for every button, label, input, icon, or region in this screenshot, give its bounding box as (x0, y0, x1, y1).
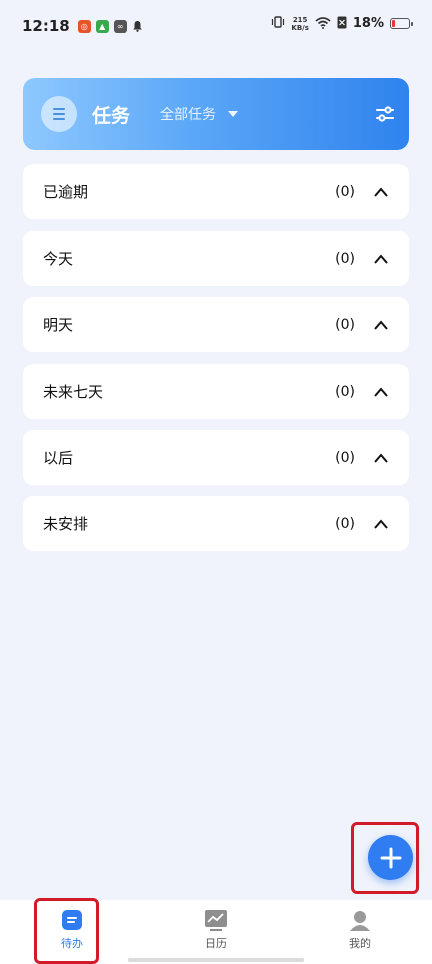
section-later[interactable]: 以后 (0) (23, 430, 409, 485)
app-notification-icon: ▲ (95, 19, 109, 33)
section-label: 今天 (43, 250, 74, 268)
section-count: (0) (335, 183, 355, 200)
section-count: (0) (335, 316, 355, 333)
section-today[interactable]: 今天 (0) (23, 231, 409, 286)
nav-item-profile[interactable]: 我的 (288, 900, 432, 964)
profile-icon (350, 911, 370, 931)
status-bar: 12:18 ◎ ▲ ∞ 215 KB/s 18% (0, 0, 432, 52)
plus-icon (380, 847, 401, 868)
chevron-up-icon[interactable] (373, 253, 389, 265)
chevron-up-icon[interactable] (373, 386, 389, 398)
network-speed-value: 215 (292, 15, 308, 24)
status-time: 12:18 (22, 17, 70, 35)
dropdown-caret-icon (228, 111, 239, 117)
section-count: (0) (335, 383, 355, 400)
chevron-up-icon[interactable] (373, 518, 389, 530)
app-notification-icon: ◎ (77, 19, 91, 33)
task-filter-label: 全部任务 (160, 107, 217, 123)
wifi-icon (315, 14, 331, 33)
section-tomorrow[interactable]: 明天 (0) (23, 297, 409, 352)
section-label: 以后 (43, 449, 74, 467)
battery-icon (390, 18, 413, 29)
filter-settings-button[interactable] (375, 104, 395, 124)
section-next-seven-days[interactable]: 未来七天 (0) (23, 364, 409, 419)
add-task-button[interactable] (368, 835, 413, 880)
chevron-up-icon[interactable] (373, 452, 389, 464)
section-label: 明天 (43, 316, 74, 334)
section-overdue[interactable]: 已逾期 (0) (23, 164, 409, 219)
section-count: (0) (335, 250, 355, 267)
chevron-up-icon[interactable] (373, 186, 389, 198)
section-label: 已逾期 (43, 183, 89, 201)
section-count: (0) (335, 449, 355, 466)
section-unscheduled[interactable]: 未安排 (0) (23, 496, 409, 551)
network-speed: 215 KB/s (291, 16, 308, 32)
nav-label: 我的 (349, 937, 371, 950)
task-filter-dropdown[interactable]: 全部任务 (160, 104, 239, 124)
vibrate-icon (271, 14, 285, 33)
network-speed-unit: KB/s (291, 23, 309, 32)
chevron-up-icon[interactable] (373, 319, 389, 331)
sim-off-icon (337, 14, 347, 33)
section-label: 未来七天 (43, 383, 104, 401)
chart-icon (205, 910, 227, 931)
section-label: 未安排 (43, 515, 89, 533)
page-title: 任务 (92, 104, 131, 127)
menu-button[interactable] (41, 96, 77, 132)
battery-percent: 18% (352, 16, 384, 31)
nav-label: 日历 (205, 937, 227, 950)
nav-item-calendar[interactable]: 日历 (144, 900, 288, 964)
home-indicator[interactable] (128, 958, 304, 962)
task-header: 任务 全部任务 (23, 78, 409, 150)
nav-highlight-box (34, 898, 99, 964)
section-count: (0) (335, 515, 355, 532)
bell-icon (132, 17, 143, 36)
app-notification-icon: ∞ (113, 19, 127, 33)
sliders-icon (376, 106, 394, 122)
